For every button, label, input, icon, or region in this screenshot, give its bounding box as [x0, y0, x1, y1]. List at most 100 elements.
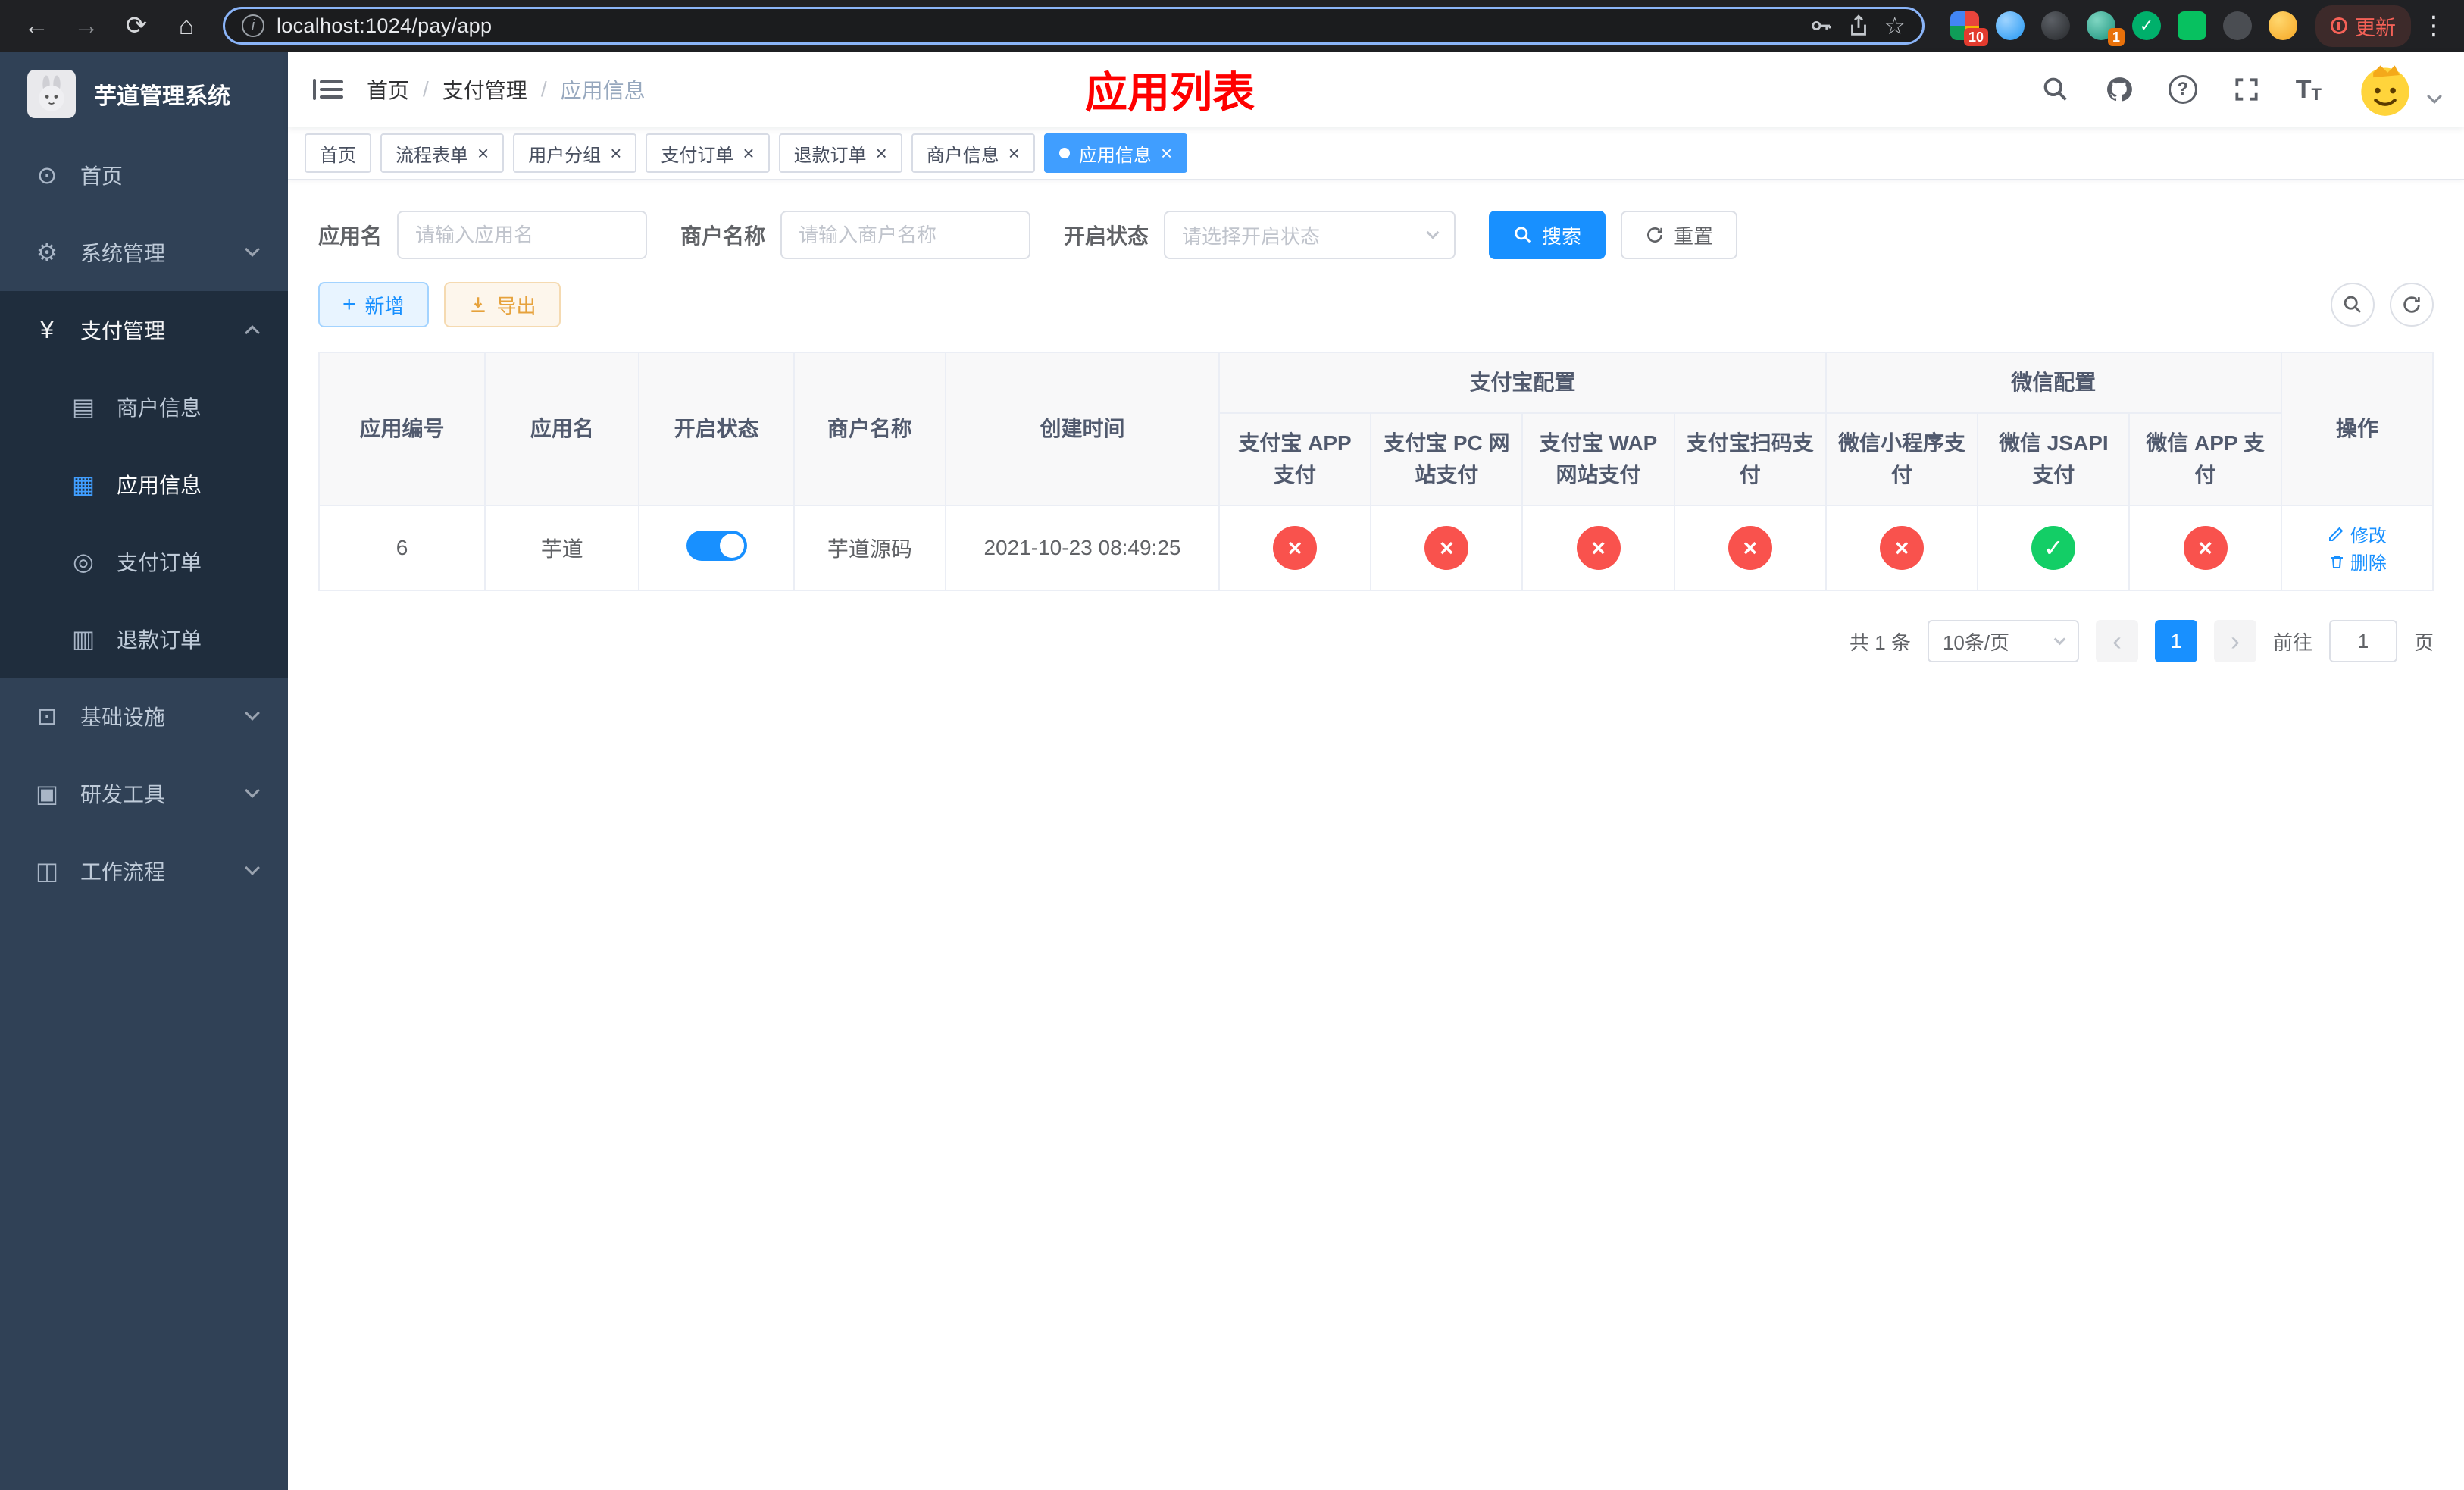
bookmark-star-icon[interactable]: ☆ — [1884, 11, 1906, 40]
tab-process-form[interactable]: 流程表单 × — [380, 133, 505, 173]
browser-menu-icon[interactable]: ⋮ — [2419, 11, 2449, 41]
export-button[interactable]: 导出 — [443, 282, 561, 327]
extension-icon-face[interactable] — [2269, 11, 2297, 40]
cell-actions: 修改 删除 — [2280, 505, 2434, 591]
next-page-button[interactable]: › — [2213, 620, 2256, 662]
sidebar-item-app-info[interactable]: ▦ 应用信息 — [0, 446, 288, 523]
goto-page-input[interactable] — [2328, 620, 2397, 662]
sidebar-item-refund-orders[interactable]: ▥ 退款订单 — [0, 600, 288, 678]
close-icon[interactable]: × — [1008, 143, 1020, 163]
tab-user-group[interactable]: 用户分组 × — [513, 133, 637, 173]
sidebar-item-pay-orders[interactable]: ◎ 支付订单 — [0, 523, 288, 600]
browser-reload-button[interactable]: ⟳ — [115, 11, 158, 41]
user-avatar[interactable] — [2356, 61, 2414, 118]
sidebar-item-label: 系统管理 — [80, 242, 166, 265]
add-button[interactable]: + 新增 — [318, 282, 429, 327]
page-number-1[interactable]: 1 — [2154, 620, 2197, 662]
chevron-down-icon[interactable] — [2427, 89, 2442, 104]
col-header-app-name: 应用名 — [484, 352, 640, 506]
sidebar-item-label: 工作流程 — [80, 860, 166, 884]
font-size-icon[interactable]: TT — [2296, 75, 2322, 105]
toggle-search-button[interactable] — [2331, 283, 2375, 327]
share-icon[interactable] — [1846, 13, 1871, 39]
status-select[interactable]: 请选择开启状态 — [1164, 211, 1456, 259]
extension-icon-check[interactable]: ✓ — [2132, 11, 2161, 40]
tab-pay-orders[interactable]: 支付订单 × — [646, 133, 770, 173]
close-icon[interactable]: × — [1161, 143, 1172, 163]
extension-icon-dark-sphere[interactable] — [2041, 11, 2070, 40]
refresh-button[interactable] — [2390, 283, 2434, 327]
close-icon[interactable]: × — [610, 143, 621, 163]
tab-refund-orders[interactable]: 退款订单 × — [778, 133, 902, 173]
search-icon[interactable] — [2041, 75, 2070, 104]
chevron-down-icon — [245, 242, 260, 257]
sidebar-toggle-icon[interactable] — [312, 76, 344, 103]
prev-page-button[interactable]: ‹ — [2095, 620, 2138, 662]
page-size-select[interactable]: 10条/页 — [1927, 620, 2079, 662]
sidebar-item-infrastructure[interactable]: ⊡ 基础设施 — [0, 678, 288, 755]
password-key-icon[interactable] — [1808, 13, 1834, 39]
card-icon: ▤ — [71, 393, 95, 421]
extension-icon-drop[interactable] — [1996, 11, 2025, 40]
status-check-icon: ✓ — [2031, 526, 2076, 570]
close-icon[interactable]: × — [876, 143, 887, 163]
browser-back-button[interactable]: ← — [15, 11, 58, 41]
sidebar-item-system[interactable]: ⚙ 系统管理 — [0, 214, 288, 291]
fullscreen-icon[interactable] — [2232, 75, 2261, 104]
extension-icon-avatar[interactable]: 1 — [2087, 11, 2125, 46]
sidebar-item-label: 商户信息 — [117, 396, 202, 420]
close-icon[interactable]: × — [743, 143, 754, 163]
sidebar-item-home[interactable]: ⊙ 首页 — [0, 136, 288, 214]
app-logo[interactable]: 芋道管理系统 — [0, 52, 288, 136]
grid-icon: ▦ — [71, 471, 95, 498]
cell-alipay-app: × — [1218, 505, 1372, 591]
breadcrumb: 首页 / 支付管理 / 应用信息 — [367, 74, 646, 105]
status-cross-icon: × — [1424, 526, 1469, 570]
search-button[interactable]: 搜索 — [1489, 211, 1606, 259]
browser-update-button[interactable]: 更新 — [2315, 5, 2411, 47]
breadcrumb-home[interactable]: 首页 — [367, 74, 409, 105]
monitor-icon: ⊡ — [36, 703, 58, 730]
page-body: 应用名 商户名称 开启状态 请选择开启状态 搜索 — [288, 180, 2464, 1490]
address-bar[interactable]: i localhost:1024/pay/app ☆ — [223, 7, 1925, 45]
app-title: 芋道管理系统 — [94, 84, 230, 109]
sidebar-item-label: 研发工具 — [80, 783, 166, 806]
sidebar-item-dev-tools[interactable]: ▣ 研发工具 — [0, 755, 288, 832]
help-icon[interactable]: ? — [2168, 75, 2197, 104]
sidebar-item-merchant-info[interactable]: ▤ 商户信息 — [0, 368, 288, 446]
extension-icon-green-square[interactable] — [2178, 11, 2206, 40]
breadcrumb-payment[interactable]: 支付管理 — [442, 74, 527, 105]
github-icon[interactable] — [2105, 75, 2134, 104]
sidebar-item-payment[interactable]: ¥ 支付管理 — [0, 291, 288, 368]
status-cross-icon: × — [2183, 526, 2228, 570]
merchant-name-input[interactable] — [780, 211, 1031, 259]
app-enabled-switch[interactable] — [686, 530, 747, 561]
order-icon: ◎ — [73, 548, 94, 575]
tab-merchant-info[interactable]: 商户信息 × — [911, 133, 1035, 173]
extension-icon-grid[interactable]: 10 — [1950, 11, 1988, 46]
sidebar-item-label: 支付订单 — [117, 551, 202, 574]
update-label: 更新 — [2355, 16, 2396, 39]
col-header-created: 创建时间 — [945, 352, 1220, 506]
browser-home-button[interactable]: ⌂ — [165, 11, 208, 41]
main-content: 首页 / 支付管理 / 应用信息 应用列表 ? TT 首页 流程表单 × 用户分… — [288, 52, 2464, 1490]
extension-icon-puzzle[interactable] — [2223, 11, 2252, 40]
delete-button[interactable]: 删除 — [2328, 548, 2387, 574]
close-icon[interactable]: × — [477, 143, 489, 163]
sidebar-item-workflow[interactable]: ◫ 工作流程 — [0, 832, 288, 909]
site-info-icon[interactable]: i — [242, 14, 264, 37]
cell-alipay-qr: × — [1673, 505, 1827, 591]
refresh-icon — [2403, 296, 2420, 313]
app-window: 芋道管理系统 ⊙ 首页 ⚙ 系统管理 ¥ 支付管理 ▤ 商户信息 ▦ 应用信息 … — [0, 52, 2464, 1490]
browser-toolbar: ← → ⟳ ⌂ i localhost:1024/pay/app ☆ 10 1 … — [0, 0, 2464, 52]
app-name-label: 应用名 — [318, 224, 383, 248]
chevron-down-icon — [245, 860, 260, 875]
app-name-input[interactable] — [397, 211, 648, 259]
filter-form: 应用名 商户名称 开启状态 请选择开启状态 搜索 — [318, 211, 2434, 259]
tab-app-info[interactable]: 应用信息 × — [1043, 133, 1188, 173]
edit-button[interactable]: 修改 — [2328, 521, 2387, 547]
browser-forward-button[interactable]: → — [65, 11, 108, 41]
extension-badge: 1 — [2107, 28, 2125, 46]
reset-button[interactable]: 重置 — [1621, 211, 1738, 259]
tab-home[interactable]: 首页 — [305, 133, 371, 173]
